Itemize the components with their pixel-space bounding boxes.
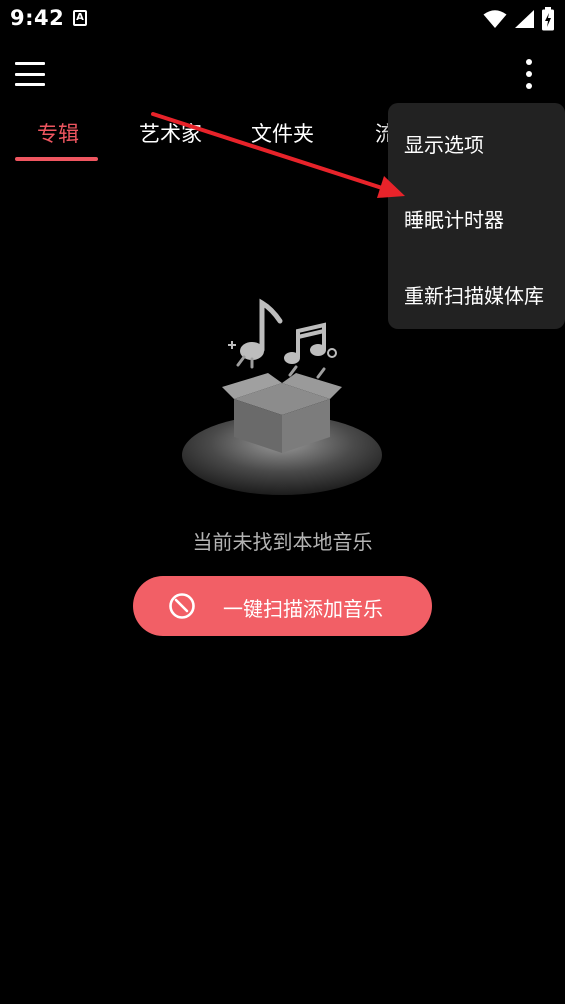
music-player-screen: 9:42 A 专辑 艺术家 文件夹 流 当前未找到本地音乐 一键扫描添加音乐 显… bbox=[0, 0, 565, 1004]
more-dot bbox=[526, 71, 532, 77]
signal-icon bbox=[515, 10, 534, 28]
scan-add-music-button[interactable]: 一键扫描添加音乐 bbox=[133, 576, 432, 636]
menu-line bbox=[15, 83, 45, 86]
status-bar: 9:42 A bbox=[0, 0, 565, 40]
refresh-circle-icon bbox=[169, 593, 195, 619]
menu-item-rescan-media-library[interactable]: 重新扫描媒体库 bbox=[404, 280, 544, 309]
more-vert-icon[interactable] bbox=[518, 56, 540, 92]
scan-button-label: 一键扫描添加音乐 bbox=[223, 597, 383, 621]
overflow-menu: 显示选项 睡眠计时器 重新扫描媒体库 bbox=[388, 103, 565, 329]
menu-line bbox=[15, 62, 45, 65]
more-dot bbox=[526, 59, 532, 65]
menu-line bbox=[15, 72, 45, 76]
hamburger-menu-icon[interactable] bbox=[12, 58, 48, 90]
more-dot bbox=[526, 83, 532, 89]
status-icons bbox=[483, 7, 555, 31]
menu-item-sleep-timer[interactable]: 睡眠计时器 bbox=[404, 204, 504, 233]
status-time: 9:42 bbox=[10, 6, 65, 30]
wifi-icon bbox=[483, 10, 507, 28]
battery-icon bbox=[542, 7, 554, 31]
menu-item-display-options[interactable]: 显示选项 bbox=[404, 129, 484, 158]
empty-state-message: 当前未找到本地音乐 bbox=[192, 530, 373, 554]
tab-folders[interactable]: 文件夹 bbox=[251, 118, 314, 148]
notification-app-icon: A bbox=[73, 10, 87, 26]
tab-albums[interactable]: 专辑 bbox=[37, 118, 79, 148]
tab-artists[interactable]: 艺术家 bbox=[139, 118, 202, 148]
empty-music-box-illustration bbox=[182, 298, 382, 495]
tab-indicator bbox=[15, 157, 98, 161]
